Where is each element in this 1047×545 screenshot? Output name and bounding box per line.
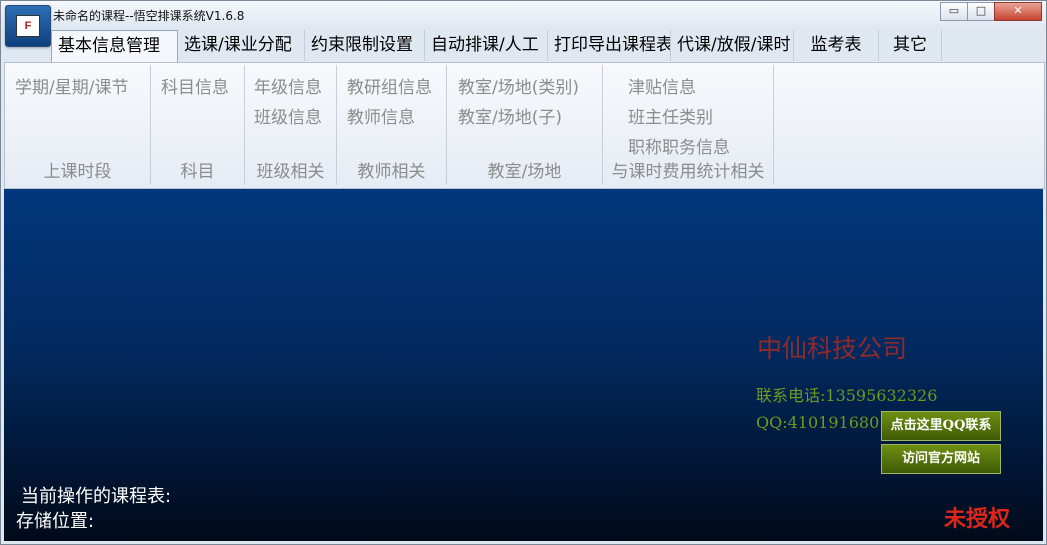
ribbon-item-teaching-group-info[interactable]: 教研组信息	[347, 73, 432, 98]
tab-substitute-holiday[interactable]: 代课/放假/课时	[671, 30, 794, 61]
current-schedule-label: 当前操作的课程表:	[21, 486, 172, 507]
ribbon-item-allowance-info[interactable]: 津贴信息	[628, 73, 696, 98]
ribbon-item-subject-info[interactable]: 科目信息	[161, 73, 229, 98]
ribbon-item-teacher-info[interactable]: 教师信息	[347, 103, 415, 128]
license-status: 未授权	[944, 507, 1011, 532]
tab-course-assign[interactable]: 选课/课业分配	[178, 30, 305, 61]
qq-contact-button[interactable]: 点击这里QQ联系	[881, 411, 1001, 441]
ribbon-item-head-teacher-category[interactable]: 班主任类别	[628, 103, 713, 128]
ribbon-item-class-info[interactable]: 班级信息	[254, 103, 322, 128]
app-icon-letter: F	[16, 15, 40, 37]
visit-website-button[interactable]: 访问官方网站	[881, 444, 1001, 474]
minimize-button[interactable]: ▭	[940, 2, 968, 21]
title-bar: 未命名的课程--悟空排课系统V1.6.8 ▭ □ ✕	[1, 1, 1046, 29]
group-label-teacher-related: 教师相关	[357, 162, 426, 182]
storage-location-label: 存储位置:	[16, 511, 95, 532]
maximize-button[interactable]: □	[967, 2, 995, 21]
tab-exam-supervision[interactable]: 监考表	[794, 30, 879, 61]
tab-auto-schedule[interactable]: 自动排课/人工	[425, 30, 548, 61]
group-subjects: 科目信息 科目	[151, 65, 245, 185]
main-area: 中仙科技公司 联系电话:13595632326 QQ:410191680 点击这…	[4, 189, 1043, 541]
window-controls: ▭ □ ✕	[940, 2, 1042, 21]
company-name: 中仙科技公司	[757, 334, 908, 363]
group-label-fee-statistics: 与课时费用统计相关	[611, 162, 765, 182]
ribbon-item-classroom-category[interactable]: 教室/场地(类别)	[458, 73, 579, 98]
group-classroom: 教室/场地(类别) 教室/场地(子) 教室/场地	[447, 65, 603, 185]
tab-constraints[interactable]: 约束限制设置	[305, 30, 425, 61]
tab-other[interactable]: 其它	[879, 30, 942, 61]
group-label-class-periods: 上课时段	[43, 162, 112, 182]
ribbon-item-classroom-sub[interactable]: 教室/场地(子)	[458, 103, 562, 128]
ribbon-tabs: 基本信息管理 选课/课业分配 约束限制设置 自动排课/人工 打印导出课程表 代课…	[51, 30, 942, 63]
group-label-class-related: 班级相关	[256, 162, 325, 182]
group-label-subjects: 科目	[180, 162, 215, 182]
group-class-periods: 学期/星期/课节 上课时段	[5, 65, 151, 185]
ribbon-item-term-week-period[interactable]: 学期/星期/课节	[15, 73, 128, 98]
group-fee-statistics: 津贴信息 班主任类别 职称职务信息 与课时费用统计相关	[603, 65, 774, 185]
group-teacher-related: 教研组信息 教师信息 教师相关	[337, 65, 447, 185]
group-class-related: 年级信息 班级信息 班级相关	[245, 65, 337, 185]
window-title: 未命名的课程--悟空排课系统V1.6.8	[53, 9, 245, 23]
app-window: 未命名的课程--悟空排课系统V1.6.8 ▭ □ ✕ F 基本信息管理 选课/课…	[0, 0, 1047, 545]
tab-basic-info[interactable]: 基本信息管理	[51, 30, 178, 63]
group-label-classroom: 教室/场地	[487, 162, 562, 182]
ribbon-item-grade-info[interactable]: 年级信息	[254, 73, 322, 98]
close-button[interactable]: ✕	[994, 2, 1042, 21]
ribbon-item-title-position-info[interactable]: 职称职务信息	[628, 133, 730, 158]
app-menu-icon[interactable]: F	[5, 5, 51, 47]
contact-qq: QQ:410191680	[756, 413, 880, 432]
contact-phone: 联系电话:13595632326	[756, 386, 938, 405]
ribbon-panel: 学期/星期/课节 上课时段 科目信息 科目 年级信息 班级信息 班级相关 教研组…	[4, 62, 1045, 189]
tab-print-export[interactable]: 打印导出课程表	[548, 30, 671, 61]
